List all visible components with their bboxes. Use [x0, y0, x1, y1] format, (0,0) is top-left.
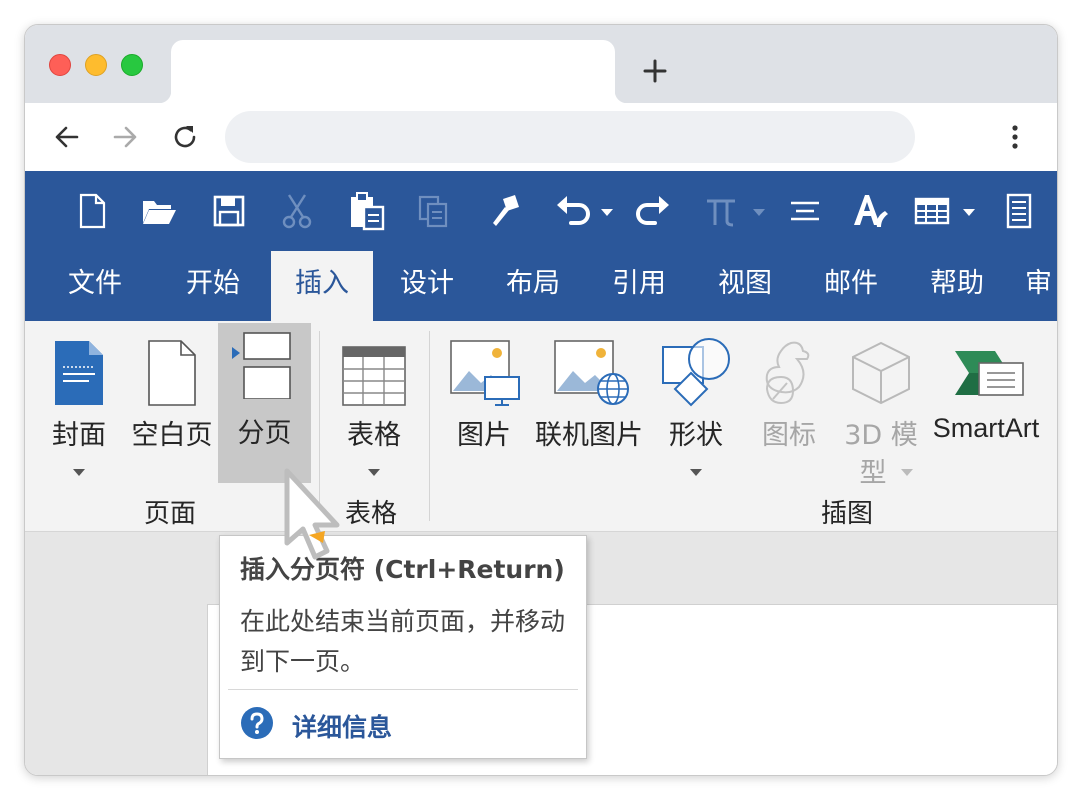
- blank-page-icon: [148, 340, 196, 406]
- table-icon[interactable]: [913, 191, 951, 231]
- paste-icon[interactable]: [347, 191, 387, 231]
- page-view-icon[interactable]: [1003, 191, 1035, 231]
- page-break-icon: [232, 332, 291, 399]
- smartart-label: SmartArt: [932, 413, 1040, 443]
- tab-help[interactable]: 帮助: [909, 251, 1005, 321]
- group-divider: [429, 331, 430, 521]
- tooltip-description: 在此处结束当前页面，并移动到下一页。: [240, 607, 566, 676]
- new-tab-button[interactable]: [637, 53, 673, 89]
- center-align-icon[interactable]: [787, 191, 823, 231]
- shapes-button[interactable]: 形状: [655, 327, 737, 483]
- tab-view[interactable]: 视图: [697, 251, 793, 321]
- pictures-label: 图片: [457, 420, 511, 451]
- 3d-models-button[interactable]: 3D 模 型: [841, 327, 921, 489]
- tab-home[interactable]: 开始: [165, 251, 261, 321]
- page-break-label: 分页: [237, 418, 292, 449]
- 3d-models-label-line1: 3D 模: [844, 420, 918, 451]
- tooltip-divider: [228, 689, 578, 690]
- chevron-down-icon: [368, 469, 380, 476]
- back-arrow-icon[interactable]: [51, 121, 83, 153]
- tab-review[interactable]: 审: [1025, 251, 1057, 321]
- smartart-button[interactable]: SmartArt: [929, 327, 1043, 483]
- group-label-pages: 页面: [144, 499, 197, 529]
- save-icon[interactable]: [211, 191, 247, 231]
- mouse-cursor-icon: [284, 468, 340, 560]
- reload-icon[interactable]: [169, 121, 201, 153]
- browser-tab-strip: [25, 25, 1057, 103]
- table-icon: [342, 346, 406, 406]
- online-picture-icon: [554, 340, 629, 405]
- icons-button[interactable]: 图标: [747, 327, 831, 483]
- equation-icon[interactable]: [703, 191, 739, 231]
- redo-icon[interactable]: [633, 191, 673, 231]
- forward-arrow-icon[interactable]: [109, 121, 141, 153]
- tab-design[interactable]: 设计: [379, 251, 475, 321]
- tab-file[interactable]: 文件: [47, 251, 143, 321]
- page-break-button[interactable]: 分页: [218, 323, 311, 483]
- pictures-button[interactable]: 图片: [445, 327, 523, 483]
- chevron-down-icon: [73, 469, 85, 476]
- icons-label: 图标: [762, 420, 816, 451]
- chevron-down-icon: [901, 469, 913, 476]
- blank-page-label: 空白页: [131, 420, 213, 451]
- browser-window: 文件 开始 插入 设计 布局 引用 视图 邮件 帮助 审 封面 空白页 分页 页…: [24, 24, 1058, 776]
- cover-page-button[interactable]: 封面: [45, 327, 113, 483]
- cut-icon[interactable]: [279, 191, 315, 231]
- cover-page-label: 封面: [52, 420, 106, 451]
- minimize-window-button[interactable]: [85, 54, 107, 76]
- ribbon-tab-bar: 文件 开始 插入 设计 布局 引用 视图 邮件 帮助 审: [25, 251, 1057, 321]
- equation-dropdown-icon[interactable]: [751, 191, 767, 231]
- tell-me-more-label: 详细信息: [292, 713, 393, 742]
- browser-tab-active[interactable]: [159, 40, 627, 103]
- undo-icon[interactable]: [553, 191, 593, 231]
- tab-layout[interactable]: 布局: [485, 251, 581, 321]
- tab-insert[interactable]: 插入: [271, 251, 373, 321]
- undo-dropdown-icon[interactable]: [599, 191, 615, 231]
- table-button[interactable]: 表格: [331, 327, 417, 483]
- maximize-window-button[interactable]: [121, 54, 143, 76]
- cover-page-icon: [55, 341, 103, 405]
- more-menu-icon[interactable]: [1003, 121, 1027, 153]
- online-pictures-label: 联机图片: [535, 420, 643, 451]
- address-bar[interactable]: [225, 111, 915, 163]
- icons-insert-icon: [765, 341, 810, 405]
- cube-icon: [852, 341, 910, 405]
- smartart-icon: [955, 351, 1024, 396]
- close-window-button[interactable]: [49, 54, 71, 76]
- table-dropdown-icon[interactable]: [961, 191, 977, 231]
- group-label-illustrations: 插图: [821, 499, 874, 529]
- table-label: 表格: [347, 420, 401, 451]
- picture-icon: [450, 340, 520, 406]
- new-document-icon[interactable]: [75, 191, 109, 231]
- shapes-icon: [662, 338, 730, 407]
- online-pictures-button[interactable]: 联机图片: [533, 327, 645, 483]
- open-folder-icon[interactable]: [139, 191, 179, 231]
- tab-mailings[interactable]: 邮件: [803, 251, 899, 321]
- help-icon: [241, 707, 273, 739]
- format-painter-icon[interactable]: [485, 191, 523, 231]
- shapes-label: 形状: [669, 420, 723, 451]
- insert-ribbon: 封面 空白页 分页 页面 表格 表格 图片 联机图片 形状 图标 3D 模 型 …: [25, 321, 1057, 532]
- tab-references[interactable]: 引用: [591, 251, 687, 321]
- text-effects-icon[interactable]: [851, 191, 891, 231]
- copy-icon[interactable]: [415, 191, 451, 231]
- browser-toolbar: [25, 103, 1057, 171]
- quick-access-toolbar: [25, 171, 1057, 251]
- page-break-tooltip: 插入分页符 (Ctrl+Return) 在此处结束当前页面，并移动到下一页。 详…: [219, 535, 587, 759]
- chevron-down-icon: [690, 469, 702, 476]
- blank-page-button[interactable]: 空白页: [127, 327, 217, 483]
